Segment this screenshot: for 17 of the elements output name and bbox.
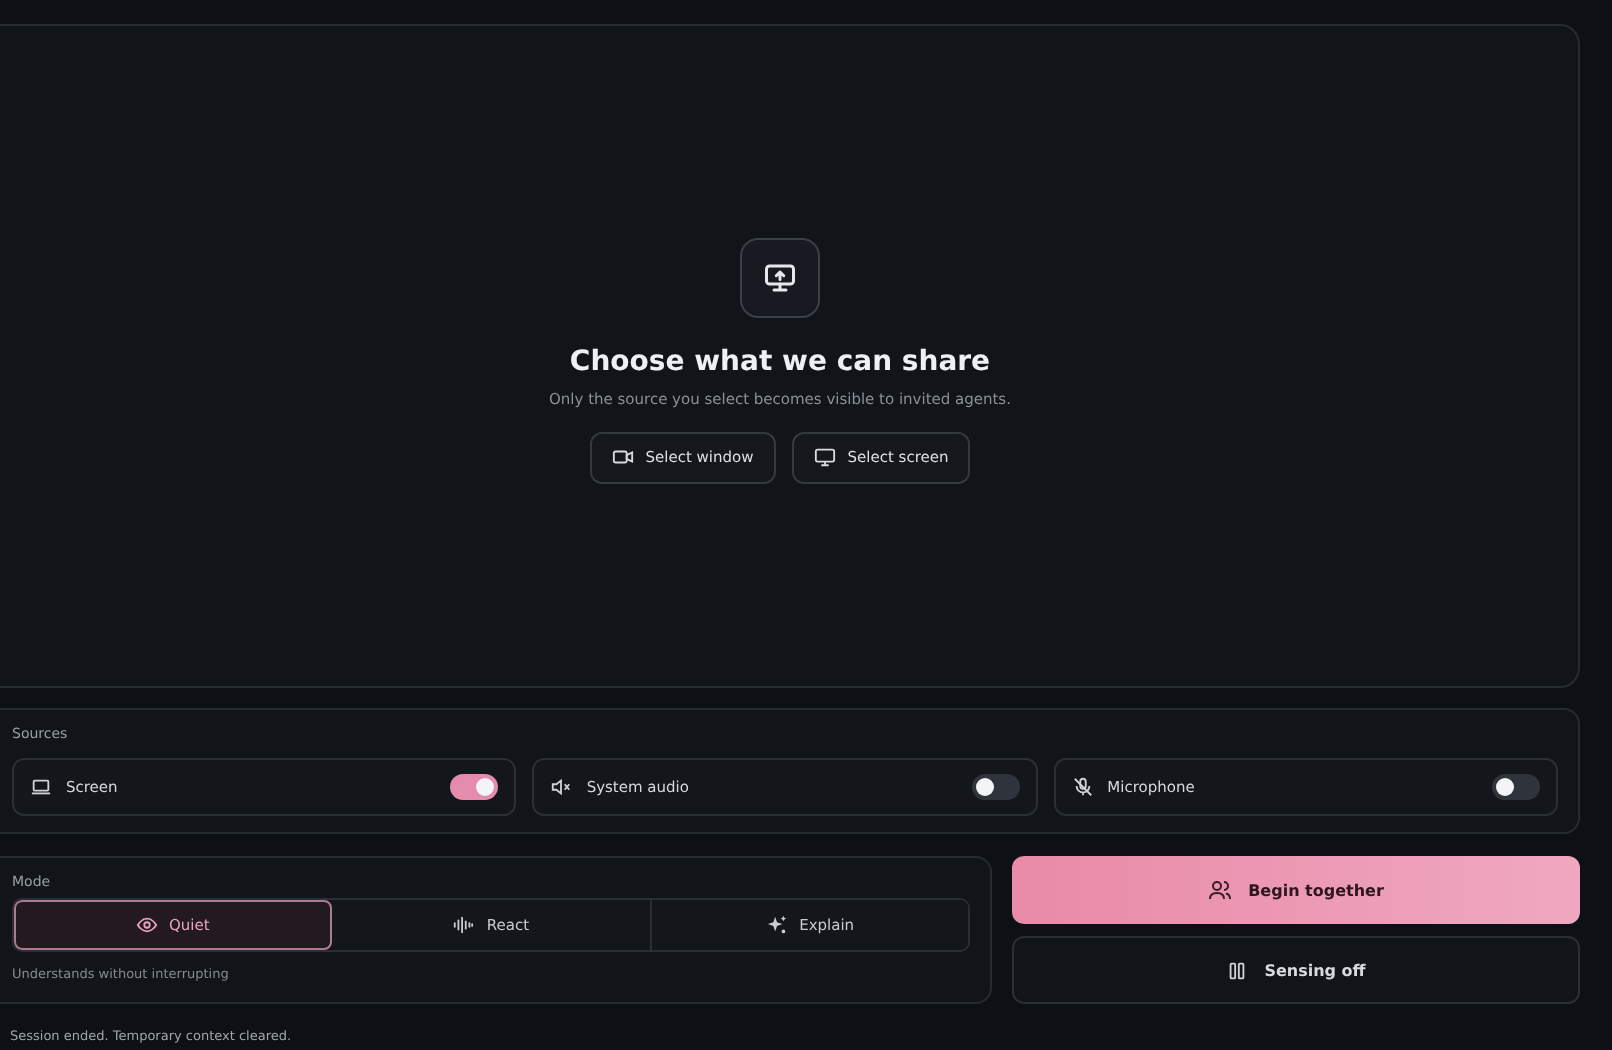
share-title: Choose what we can share [569,345,991,377]
audio-wave-icon [452,914,475,936]
monitor-icon [813,446,836,468]
video-camera-icon [611,446,634,468]
monitor-upload-icon [740,237,820,317]
laptop-icon [30,776,52,798]
toggle-switch[interactable] [971,774,1020,800]
sensing-off-button[interactable]: Sensing off [1012,936,1580,1004]
speaker-muted-icon [550,776,573,798]
microphone-off-icon [1071,776,1094,798]
eye-icon [135,914,158,936]
toggle-switch[interactable] [450,774,499,800]
begin-together-button[interactable]: Begin together [1012,856,1580,924]
pause-icon [1226,959,1249,981]
toggle-switch[interactable] [1491,774,1540,800]
users-icon [1208,878,1233,902]
sparkles-icon [765,914,788,936]
